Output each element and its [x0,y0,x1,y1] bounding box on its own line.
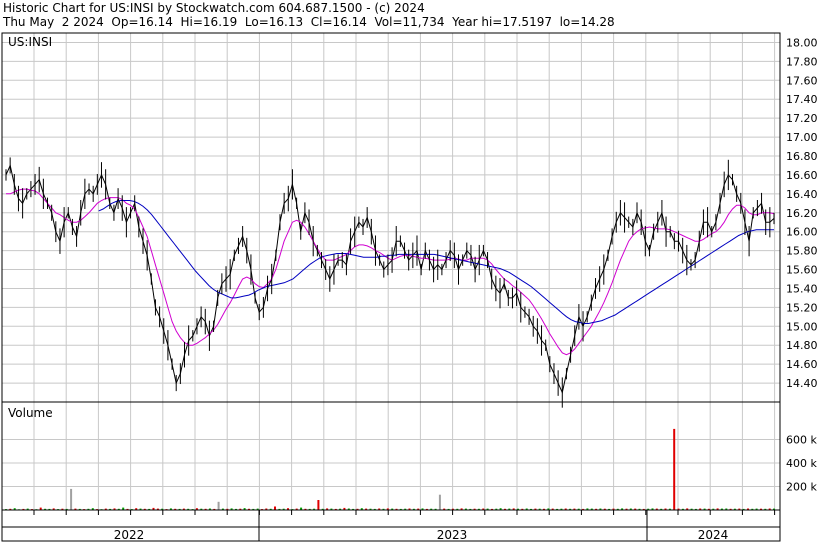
price-tick-label: 15.60 [786,264,818,277]
price-tick-label: 16.60 [786,169,818,182]
time-axis-frame [1,509,781,528]
volume-bar [317,500,320,510]
price-tick-label: 14.40 [786,377,818,390]
grid [2,33,780,510]
price-tick-label: 16.00 [786,226,818,239]
year-label: 2024 [698,528,729,542]
stock-chart: 14.40 14.60 14.80 15.00 15.20 15.40 15.60 15.80… [1,32,818,542]
price-tick-label: 14.60 [786,358,818,371]
price-tick-label: 14.80 [786,339,818,352]
price-tick-label: 17.40 [786,93,818,106]
volume-bar [673,428,676,510]
volume-tick-label: 400 k [786,457,817,470]
price-tick-label: 15.80 [786,245,818,258]
price-tick-label: 15.00 [786,320,818,333]
year-label: 2022 [114,528,145,542]
price-tick-label: 16.80 [786,150,818,163]
volume-bar [438,494,441,510]
volume-bar [70,488,73,510]
price-tick-label: 16.20 [786,207,818,220]
volume-frame [1,401,781,511]
price-tick-label: 18.00 [786,36,818,49]
volume-bars [5,428,775,510]
year-label: 2023 [437,528,468,542]
price-tick-label: 17.60 [786,74,818,87]
volume-bar [217,501,220,510]
price-tick-label: 17.00 [786,131,818,144]
chart-window: Historic Chart for US:INSI by Stockwatch… [0,0,830,543]
volume-bar [274,506,276,510]
price-tick-label: 15.40 [786,282,818,295]
price-panel-label: US:INSI [8,35,52,49]
price-tick-label: 17.80 [786,55,818,68]
volume-tick-label: 600 k [786,434,817,447]
price-tick-label: 17.20 [786,112,818,125]
volume-tick-label: 200 k [786,481,817,494]
volume-panel-label: Volume [8,406,53,420]
price-tick-label: 15.20 [786,301,818,314]
price-tick-label: 16.40 [786,188,818,201]
